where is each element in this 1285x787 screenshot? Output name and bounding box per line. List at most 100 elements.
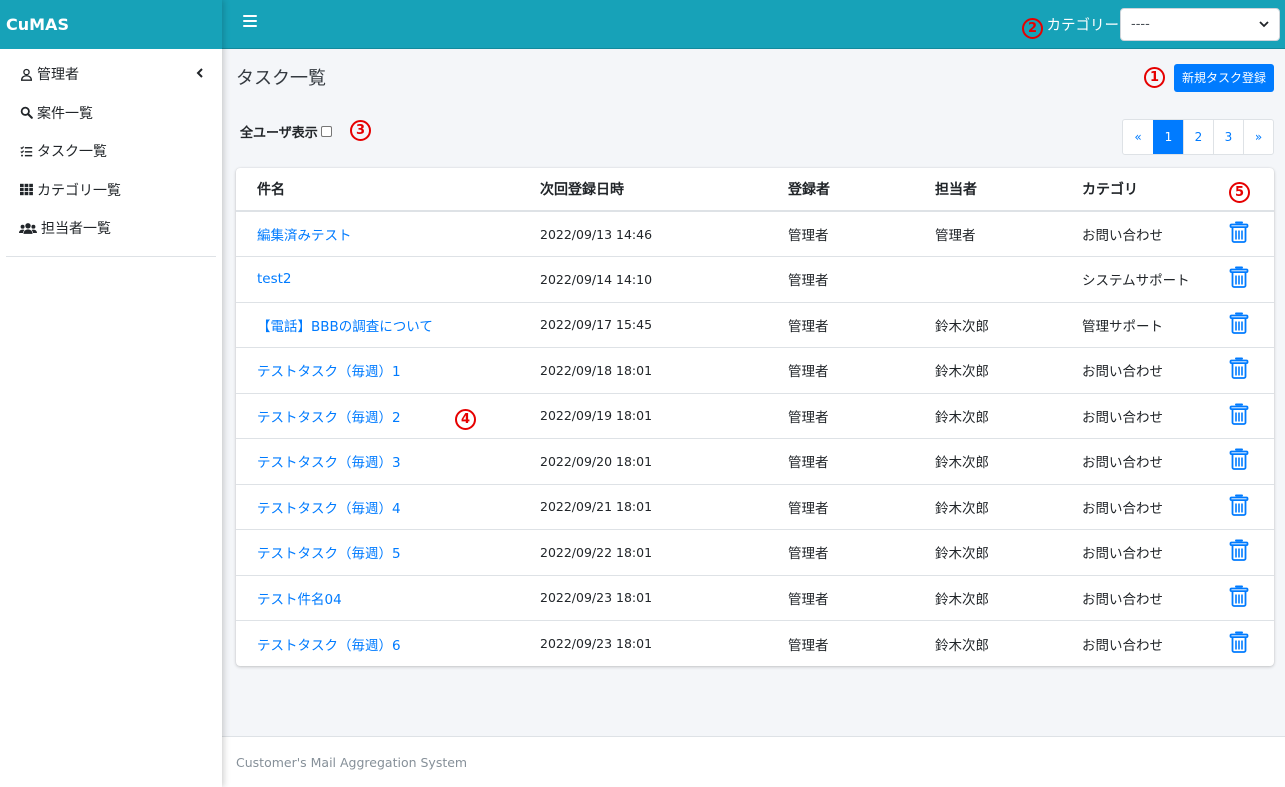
task-title-link[interactable]: テストタスク（毎週）2	[257, 410, 401, 426]
cell-category: お問い合わせ	[1061, 574, 1203, 621]
page-title: タスク一覧	[236, 68, 326, 89]
annotation-marker-2: 2	[1022, 18, 1043, 39]
user-icon	[19, 67, 33, 81]
trash-icon[interactable]	[1229, 266, 1249, 289]
cell-actions	[1203, 392, 1274, 439]
task-title-link[interactable]: 編集済みテスト	[257, 228, 352, 244]
cell-actions	[1203, 347, 1274, 393]
cell-registrant: 管理者	[767, 392, 914, 439]
task-title-link[interactable]: テストタスク（毎週）6	[257, 638, 401, 654]
cell-registrant: 管理者	[767, 438, 914, 484]
sidebar-item-admin[interactable]: 管理者	[6, 55, 216, 94]
table-row: テストタスク（毎週）2 2022/09/19 18:01 管理者 鈴木次郎 お問い合わせ	[236, 392, 1274, 439]
column-header-assignee: 担当者	[914, 168, 1061, 212]
sidebar-item-categories[interactable]: カテゴリ一覧	[6, 171, 216, 210]
sidebar-item-assignees[interactable]: 担当者一覧	[6, 209, 216, 248]
trash-icon[interactable]	[1229, 631, 1249, 653]
pagination-prev[interactable]: «	[1123, 120, 1153, 154]
trash-icon[interactable]	[1229, 357, 1249, 380]
task-title-link[interactable]: 【電話】BBBの調査について	[257, 319, 433, 335]
cell-title: テストタスク（毎週）3	[236, 438, 519, 484]
cell-title: 編集済みテスト	[236, 211, 519, 257]
cell-title: テストタスク（毎週）6	[236, 620, 519, 666]
cell-title: 【電話】BBBの調査について	[236, 301, 519, 348]
cell-category: システムサポート	[1061, 256, 1203, 302]
all-users-toggle: 全ユーザ表示	[240, 122, 332, 141]
pagination: « 1 2 3 »	[1122, 119, 1274, 155]
table-row: テスト件名04 2022/09/23 18:01 管理者 鈴木次郎 お問い合わせ	[236, 574, 1274, 621]
trash-icon[interactable]	[1229, 448, 1249, 471]
category-select-value: ----	[1131, 17, 1150, 32]
cell-registrant: 管理者	[767, 574, 914, 621]
pagination-page-1[interactable]: 1	[1153, 120, 1183, 154]
cell-category: お問い合わせ	[1061, 620, 1203, 666]
task-title-link[interactable]: テストタスク（毎週）1	[257, 364, 401, 380]
cell-registrant: 管理者	[767, 256, 914, 302]
new-task-button[interactable]: 新規タスク登録	[1173, 64, 1274, 92]
search-icon	[19, 106, 33, 120]
pagination-page-2[interactable]: 2	[1183, 120, 1213, 154]
cell-actions	[1203, 483, 1274, 530]
task-table-card: 件名 次回登録日時 登録者 担当者 カテゴリ 編集済みテスト 2022/09/13…	[236, 168, 1274, 666]
task-title-link[interactable]: test2	[257, 271, 292, 287]
cell-registrant: 管理者	[767, 529, 914, 575]
category-select[interactable]: ----	[1120, 8, 1280, 41]
cell-category: お問い合わせ	[1061, 438, 1203, 484]
cell-category: お問い合わせ	[1061, 392, 1203, 439]
cell-assignee: 鈴木次郎	[914, 438, 1061, 484]
sidebar-item-tasks[interactable]: タスク一覧	[6, 132, 216, 171]
cell-category: お問い合わせ	[1061, 483, 1203, 530]
table-row: テストタスク（毎週）1 2022/09/18 18:01 管理者 鈴木次郎 お問い合わせ	[236, 347, 1274, 393]
chevron-left-icon[interactable]	[196, 67, 204, 82]
table-header-row: 件名 次回登録日時 登録者 担当者 カテゴリ	[236, 168, 1274, 212]
cell-registrant: 管理者	[767, 620, 914, 666]
hamburger-menu-icon[interactable]	[243, 15, 257, 29]
table-row: 【電話】BBBの調査について 2022/09/17 15:45 管理者 鈴木次郎 管理サ…	[236, 301, 1274, 348]
task-title-link[interactable]: テスト件名04	[257, 592, 342, 608]
annotation-marker-5: 5	[1229, 182, 1250, 203]
cell-next-date: 2022/09/18 18:01	[519, 347, 767, 393]
trash-icon[interactable]	[1229, 539, 1249, 562]
trash-icon[interactable]	[1229, 403, 1249, 425]
cell-actions	[1203, 211, 1274, 257]
trash-icon[interactable]	[1229, 585, 1249, 607]
all-users-label: 全ユーザ表示	[240, 126, 318, 141]
pagination-page-3[interactable]: 3	[1213, 120, 1243, 154]
column-header-title: 件名	[236, 168, 519, 212]
cell-next-date: 2022/09/14 14:10	[519, 256, 767, 302]
brand-logo[interactable]: CuMAS	[0, 0, 222, 49]
all-users-checkbox[interactable]	[320, 126, 332, 137]
sidebar-item-cases[interactable]: 案件一覧	[6, 94, 216, 133]
cell-actions	[1203, 574, 1274, 621]
cell-title: テストタスク（毎週）5	[236, 529, 519, 575]
grid-icon	[19, 183, 33, 197]
task-title-link[interactable]: テストタスク（毎週）4	[257, 501, 401, 517]
cell-next-date: 2022/09/13 14:46	[540, 226, 653, 242]
cell-category: 管理サポート	[1061, 301, 1203, 348]
sidebar-item-label: 管理者	[37, 67, 79, 84]
annotation-marker-1: 1	[1144, 67, 1165, 88]
cell-assignee	[914, 256, 1061, 302]
annotation-marker-4: 4	[455, 409, 476, 430]
cell-title: テスト件名04	[236, 574, 519, 621]
cell-next-date: 2022/09/20 18:01	[519, 438, 767, 484]
task-title-link[interactable]: テストタスク（毎週）5	[257, 546, 401, 562]
cell-registrant: 管理者	[767, 347, 914, 393]
cell-registrant: 管理者	[788, 228, 829, 244]
cell-category: お問い合わせ	[1061, 347, 1203, 393]
trash-icon[interactable]	[1229, 221, 1249, 243]
task-title-link[interactable]: テストタスク（毎週）3	[257, 455, 401, 471]
table-row: テストタスク（毎週）3 2022/09/20 18:01 管理者 鈴木次郎 お問い合わせ	[236, 438, 1274, 484]
sidebar-nav: 管理者 案件一覧 タスク一覧 カテゴリ一覧 担当者一覧	[6, 49, 216, 257]
trash-icon[interactable]	[1229, 494, 1249, 516]
cell-title: テストタスク（毎週）1	[236, 347, 519, 393]
cell-next-date: 2022/09/21 18:01	[519, 483, 767, 530]
sidebar-item-label: カテゴリ一覧	[37, 182, 121, 199]
trash-icon[interactable]	[1229, 312, 1249, 334]
cell-assignee: 鈴木次郎	[914, 574, 1061, 621]
cell-category: お問い合わせ	[1061, 529, 1203, 575]
cell-title: テストタスク（毎週）2	[236, 392, 519, 439]
footer: Customer's Mail Aggregation System	[222, 736, 1285, 787]
cell-category: お問い合わせ	[1082, 228, 1163, 244]
pagination-next[interactable]: »	[1243, 120, 1273, 154]
